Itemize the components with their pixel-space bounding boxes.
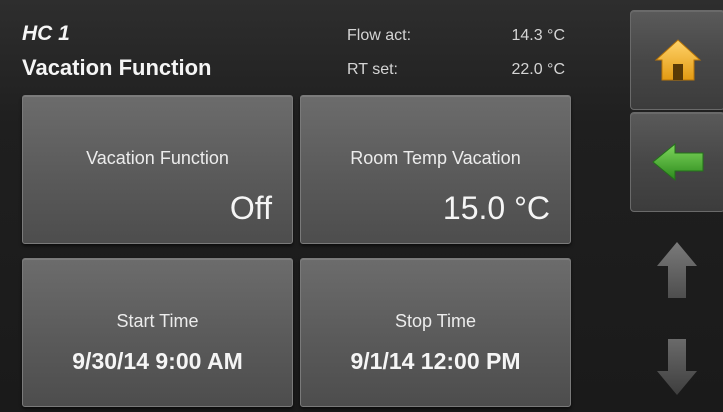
room-temp-set-value: 22.0 °C (511, 61, 565, 78)
flow-actual-value: 14.3 °C (511, 27, 565, 44)
sidebar (630, 10, 723, 412)
heating-circuit-label: HC 1 (22, 22, 70, 45)
scroll-down-icon (655, 337, 699, 397)
home-button[interactable] (630, 10, 723, 110)
tile-value: 9/30/14 9:00 AM (72, 348, 243, 374)
scroll-down-button[interactable] (630, 322, 723, 412)
tile-value: Off (229, 190, 272, 226)
tile-label: Vacation Function (86, 148, 229, 168)
tile-label: Room Temp Vacation (350, 148, 521, 168)
back-arrow-icon (631, 113, 723, 211)
home-icon (631, 11, 723, 109)
room-temp-set-label: RT set: (347, 61, 398, 78)
vacation-function-tile[interactable]: Vacation Function Off (22, 95, 293, 244)
header: HC 1 Vacation Function Flow act: 14.3 °C… (0, 0, 630, 92)
scroll-up-icon (655, 240, 699, 300)
page-title: Vacation Function (22, 55, 212, 80)
back-button[interactable] (630, 112, 723, 212)
tile-value: 9/1/14 12:00 PM (350, 348, 521, 374)
start-time-tile[interactable]: Start Time 9/30/14 9:00 AM (22, 258, 293, 407)
room-temp-vacation-tile[interactable]: Room Temp Vacation 15.0 °C (300, 95, 571, 244)
stop-time-tile[interactable]: Stop Time 9/1/14 12:00 PM (300, 258, 571, 407)
screen: HC 1 Vacation Function Flow act: 14.3 °C… (0, 0, 723, 412)
flow-actual-label: Flow act: (347, 27, 412, 44)
tile-value: 15.0 °C (442, 190, 550, 226)
tile-label: Stop Time (394, 311, 477, 331)
scroll-up-button[interactable] (630, 225, 723, 315)
tile-label: Start Time (116, 311, 199, 331)
